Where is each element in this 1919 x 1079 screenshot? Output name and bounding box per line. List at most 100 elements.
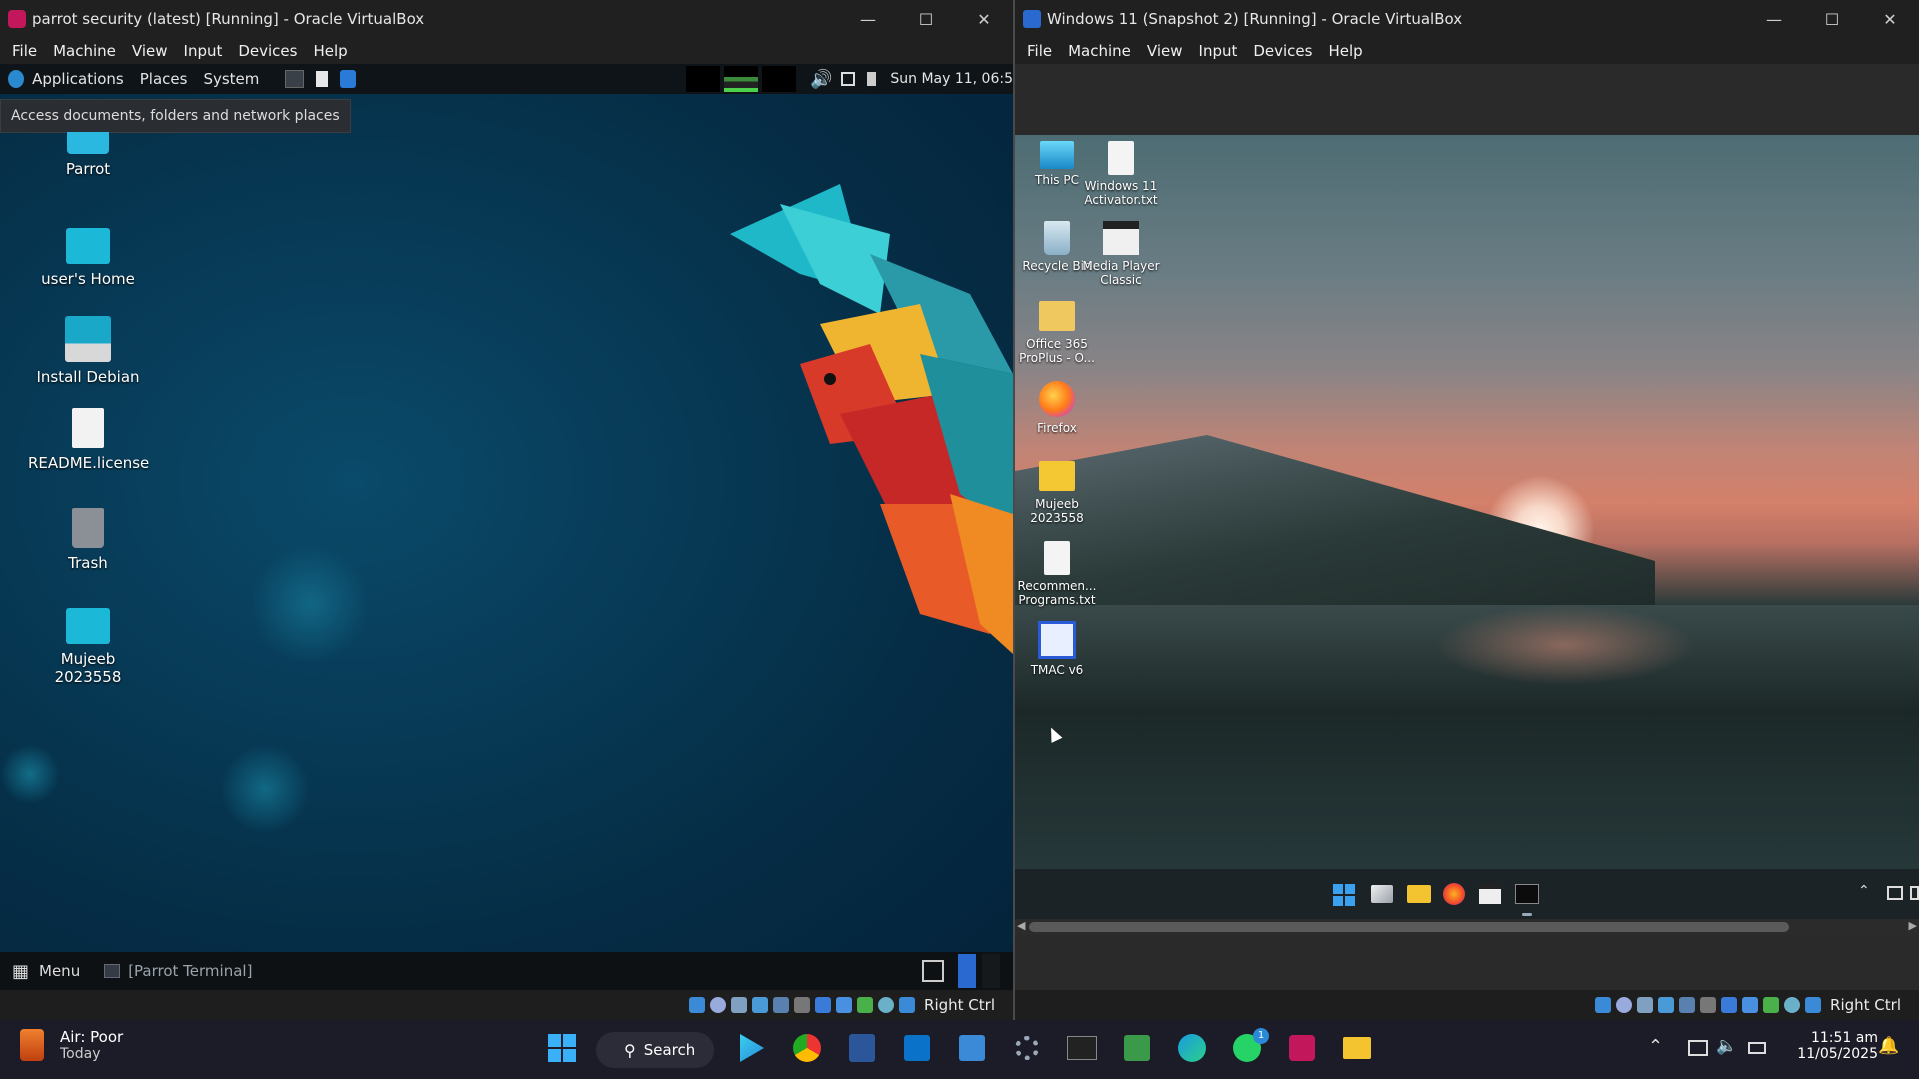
- network-tray-icon[interactable]: [1688, 1040, 1708, 1056]
- places-menu[interactable]: Places: [140, 70, 188, 88]
- desktop-icon-tmac[interactable]: TMAC v6: [1015, 621, 1099, 677]
- scrollbar-thumb[interactable]: [1029, 922, 1789, 932]
- parrot-title-bar[interactable]: parrot security (latest) [Running] - Ora…: [0, 0, 1013, 38]
- file-explorer-icon[interactable]: [1407, 885, 1431, 903]
- close-button[interactable]: ✕: [1861, 0, 1919, 38]
- workspace-switcher-icon[interactable]: [922, 960, 945, 982]
- outlook-icon[interactable]: [901, 1032, 933, 1064]
- audio-status-icon[interactable]: [1637, 997, 1654, 1013]
- screen-icon[interactable]: [840, 72, 856, 86]
- desktop-icon-trash[interactable]: Trash: [28, 508, 148, 572]
- desktop-icon-home[interactable]: user's Home: [28, 228, 148, 288]
- maximize-button[interactable]: ☐: [1803, 0, 1861, 38]
- menu-devices[interactable]: Devices: [238, 42, 297, 60]
- display-status-icon[interactable]: [815, 997, 832, 1013]
- network-status-icon[interactable]: [752, 997, 769, 1013]
- display-status-icon[interactable]: [1721, 997, 1738, 1013]
- minimize-button[interactable]: —: [839, 0, 897, 38]
- close-button[interactable]: ✕: [955, 0, 1013, 38]
- network-tray-icon[interactable]: [1887, 886, 1903, 900]
- clock[interactable]: 11:51 am 11/05/2025: [1778, 1030, 1878, 1062]
- parrot-logo-icon[interactable]: [8, 70, 25, 88]
- recording-status-icon[interactable]: [1742, 997, 1759, 1013]
- desktop-icon-firefox[interactable]: Firefox: [1015, 381, 1099, 435]
- volume-tray-icon[interactable]: 🔈: [1716, 1036, 1737, 1056]
- applications-menu[interactable]: Applications: [32, 70, 124, 88]
- edge-icon[interactable]: [1176, 1032, 1208, 1064]
- harddisk-status-icon[interactable]: [689, 997, 706, 1013]
- desktop-icon-activator-txt[interactable]: Windows 11 Activator.txt: [1079, 141, 1163, 207]
- audio-status-icon[interactable]: [731, 997, 748, 1013]
- optical-drive-status-icon[interactable]: [1616, 997, 1633, 1013]
- volume-tray-icon[interactable]: [1910, 886, 1919, 900]
- menu-help[interactable]: Help: [1328, 42, 1362, 60]
- desktop-icon-readme[interactable]: README.license: [28, 408, 149, 472]
- win11-title-bar[interactable]: Windows 11 (Snapshot 2) [Running] - Orac…: [1015, 0, 1919, 38]
- file-explorer-icon[interactable]: [1341, 1032, 1373, 1064]
- minimize-button[interactable]: —: [1745, 0, 1803, 38]
- keyboard-capture-icon[interactable]: [1805, 997, 1822, 1013]
- menu-input[interactable]: Input: [1199, 42, 1238, 60]
- desktop-icon-mujeeb-folder[interactable]: Mujeeb 2023558: [1015, 461, 1099, 525]
- notification-icon[interactable]: 🔔: [1878, 1036, 1899, 1056]
- vscode-like-icon[interactable]: [1121, 1032, 1153, 1064]
- desktop-icon-recommended-programs[interactable]: Recommen... Programs.txt: [1015, 541, 1099, 607]
- desktop-icon-office365[interactable]: Office 365 ProPlus - O...: [1015, 301, 1099, 365]
- app-launcher-icon[interactable]: [315, 71, 329, 87]
- terminal-icon[interactable]: [1066, 1032, 1098, 1064]
- word-icon[interactable]: [846, 1032, 878, 1064]
- cpu-status-icon[interactable]: [857, 997, 874, 1013]
- task-view-icon[interactable]: [1371, 885, 1393, 903]
- scroll-left-icon[interactable]: ◀: [1017, 919, 1025, 932]
- menu-grid-icon[interactable]: ▦: [12, 961, 29, 982]
- menu-machine[interactable]: Machine: [1068, 42, 1131, 60]
- search-box[interactable]: ⚲ Search: [596, 1032, 714, 1068]
- menu-file[interactable]: File: [1027, 42, 1052, 60]
- panel-clock[interactable]: Sun May 11, 06:5: [890, 71, 1013, 87]
- vscode-launcher-icon[interactable]: [340, 70, 357, 88]
- bottom-menu-label[interactable]: Menu: [39, 962, 80, 980]
- start-button[interactable]: [546, 1032, 578, 1064]
- workspace-1[interactable]: [958, 954, 977, 988]
- maximize-button[interactable]: ☐: [897, 0, 955, 38]
- desktop-icon-install-debian[interactable]: Install Debian: [28, 316, 148, 386]
- horizontal-scrollbar[interactable]: ◀ ▶: [1015, 919, 1919, 935]
- start-button[interactable]: [1333, 884, 1355, 906]
- cursor-app-icon[interactable]: [736, 1032, 768, 1064]
- usb-status-icon[interactable]: [1679, 997, 1696, 1013]
- menu-devices[interactable]: Devices: [1253, 42, 1312, 60]
- desktop-icon-media-player-classic[interactable]: Media Player Classic: [1079, 221, 1163, 287]
- network-status-icon[interactable]: [1658, 997, 1675, 1013]
- menu-machine[interactable]: Machine: [53, 42, 116, 60]
- windows11-vm-window[interactable]: Windows 11 (Snapshot 2) [Running] - Orac…: [1015, 0, 1919, 1020]
- mpc-taskbar-icon[interactable]: [1479, 884, 1501, 904]
- menu-view[interactable]: View: [132, 42, 168, 60]
- menu-input[interactable]: Input: [184, 42, 223, 60]
- workspace-2[interactable]: [982, 954, 1001, 988]
- mouse-integration-icon[interactable]: [878, 997, 895, 1013]
- desktop-icon-parrot[interactable]: Parrot: [28, 132, 148, 178]
- system-menu[interactable]: System: [203, 70, 259, 88]
- shared-folder-status-icon[interactable]: [794, 997, 811, 1013]
- chrome-icon[interactable]: [791, 1032, 823, 1064]
- parrot-guest-screen[interactable]: Applications Places System 🔊 Sun May 11,…: [0, 64, 1013, 990]
- shared-folder-status-icon[interactable]: [1700, 997, 1717, 1013]
- whatsapp-icon[interactable]: 1: [1231, 1028, 1269, 1064]
- mouse-integration-icon[interactable]: [1784, 997, 1801, 1013]
- show-hidden-icons-icon[interactable]: ⌃: [1858, 883, 1870, 899]
- volume-icon[interactable]: 🔊: [810, 69, 832, 90]
- parrot-vm-window[interactable]: parrot security (latest) [Running] - Ora…: [0, 0, 1013, 1020]
- desktop-icon-mujeeb-folder[interactable]: Mujeeb 2023558: [28, 608, 148, 686]
- settings-gear-icon[interactable]: [1011, 1032, 1043, 1064]
- weather-widget[interactable]: Air: Poor Today: [20, 1028, 123, 1062]
- show-hidden-icons-icon[interactable]: ⌃: [1648, 1036, 1663, 1057]
- taskbar-item-terminal[interactable]: [Parrot Terminal]: [128, 962, 252, 980]
- battery-icon[interactable]: [867, 72, 877, 86]
- win11-guest-screen[interactable]: This PC Windows 11 Activator.txt Recycle…: [1015, 135, 1919, 919]
- terminal-launcher-icon[interactable]: [285, 70, 304, 88]
- virtualbox-icon[interactable]: [1286, 1032, 1318, 1064]
- menu-help[interactable]: Help: [313, 42, 347, 60]
- scroll-right-icon[interactable]: ▶: [1909, 919, 1917, 932]
- firefox-taskbar-icon[interactable]: [1443, 883, 1465, 905]
- menu-file[interactable]: File: [12, 42, 37, 60]
